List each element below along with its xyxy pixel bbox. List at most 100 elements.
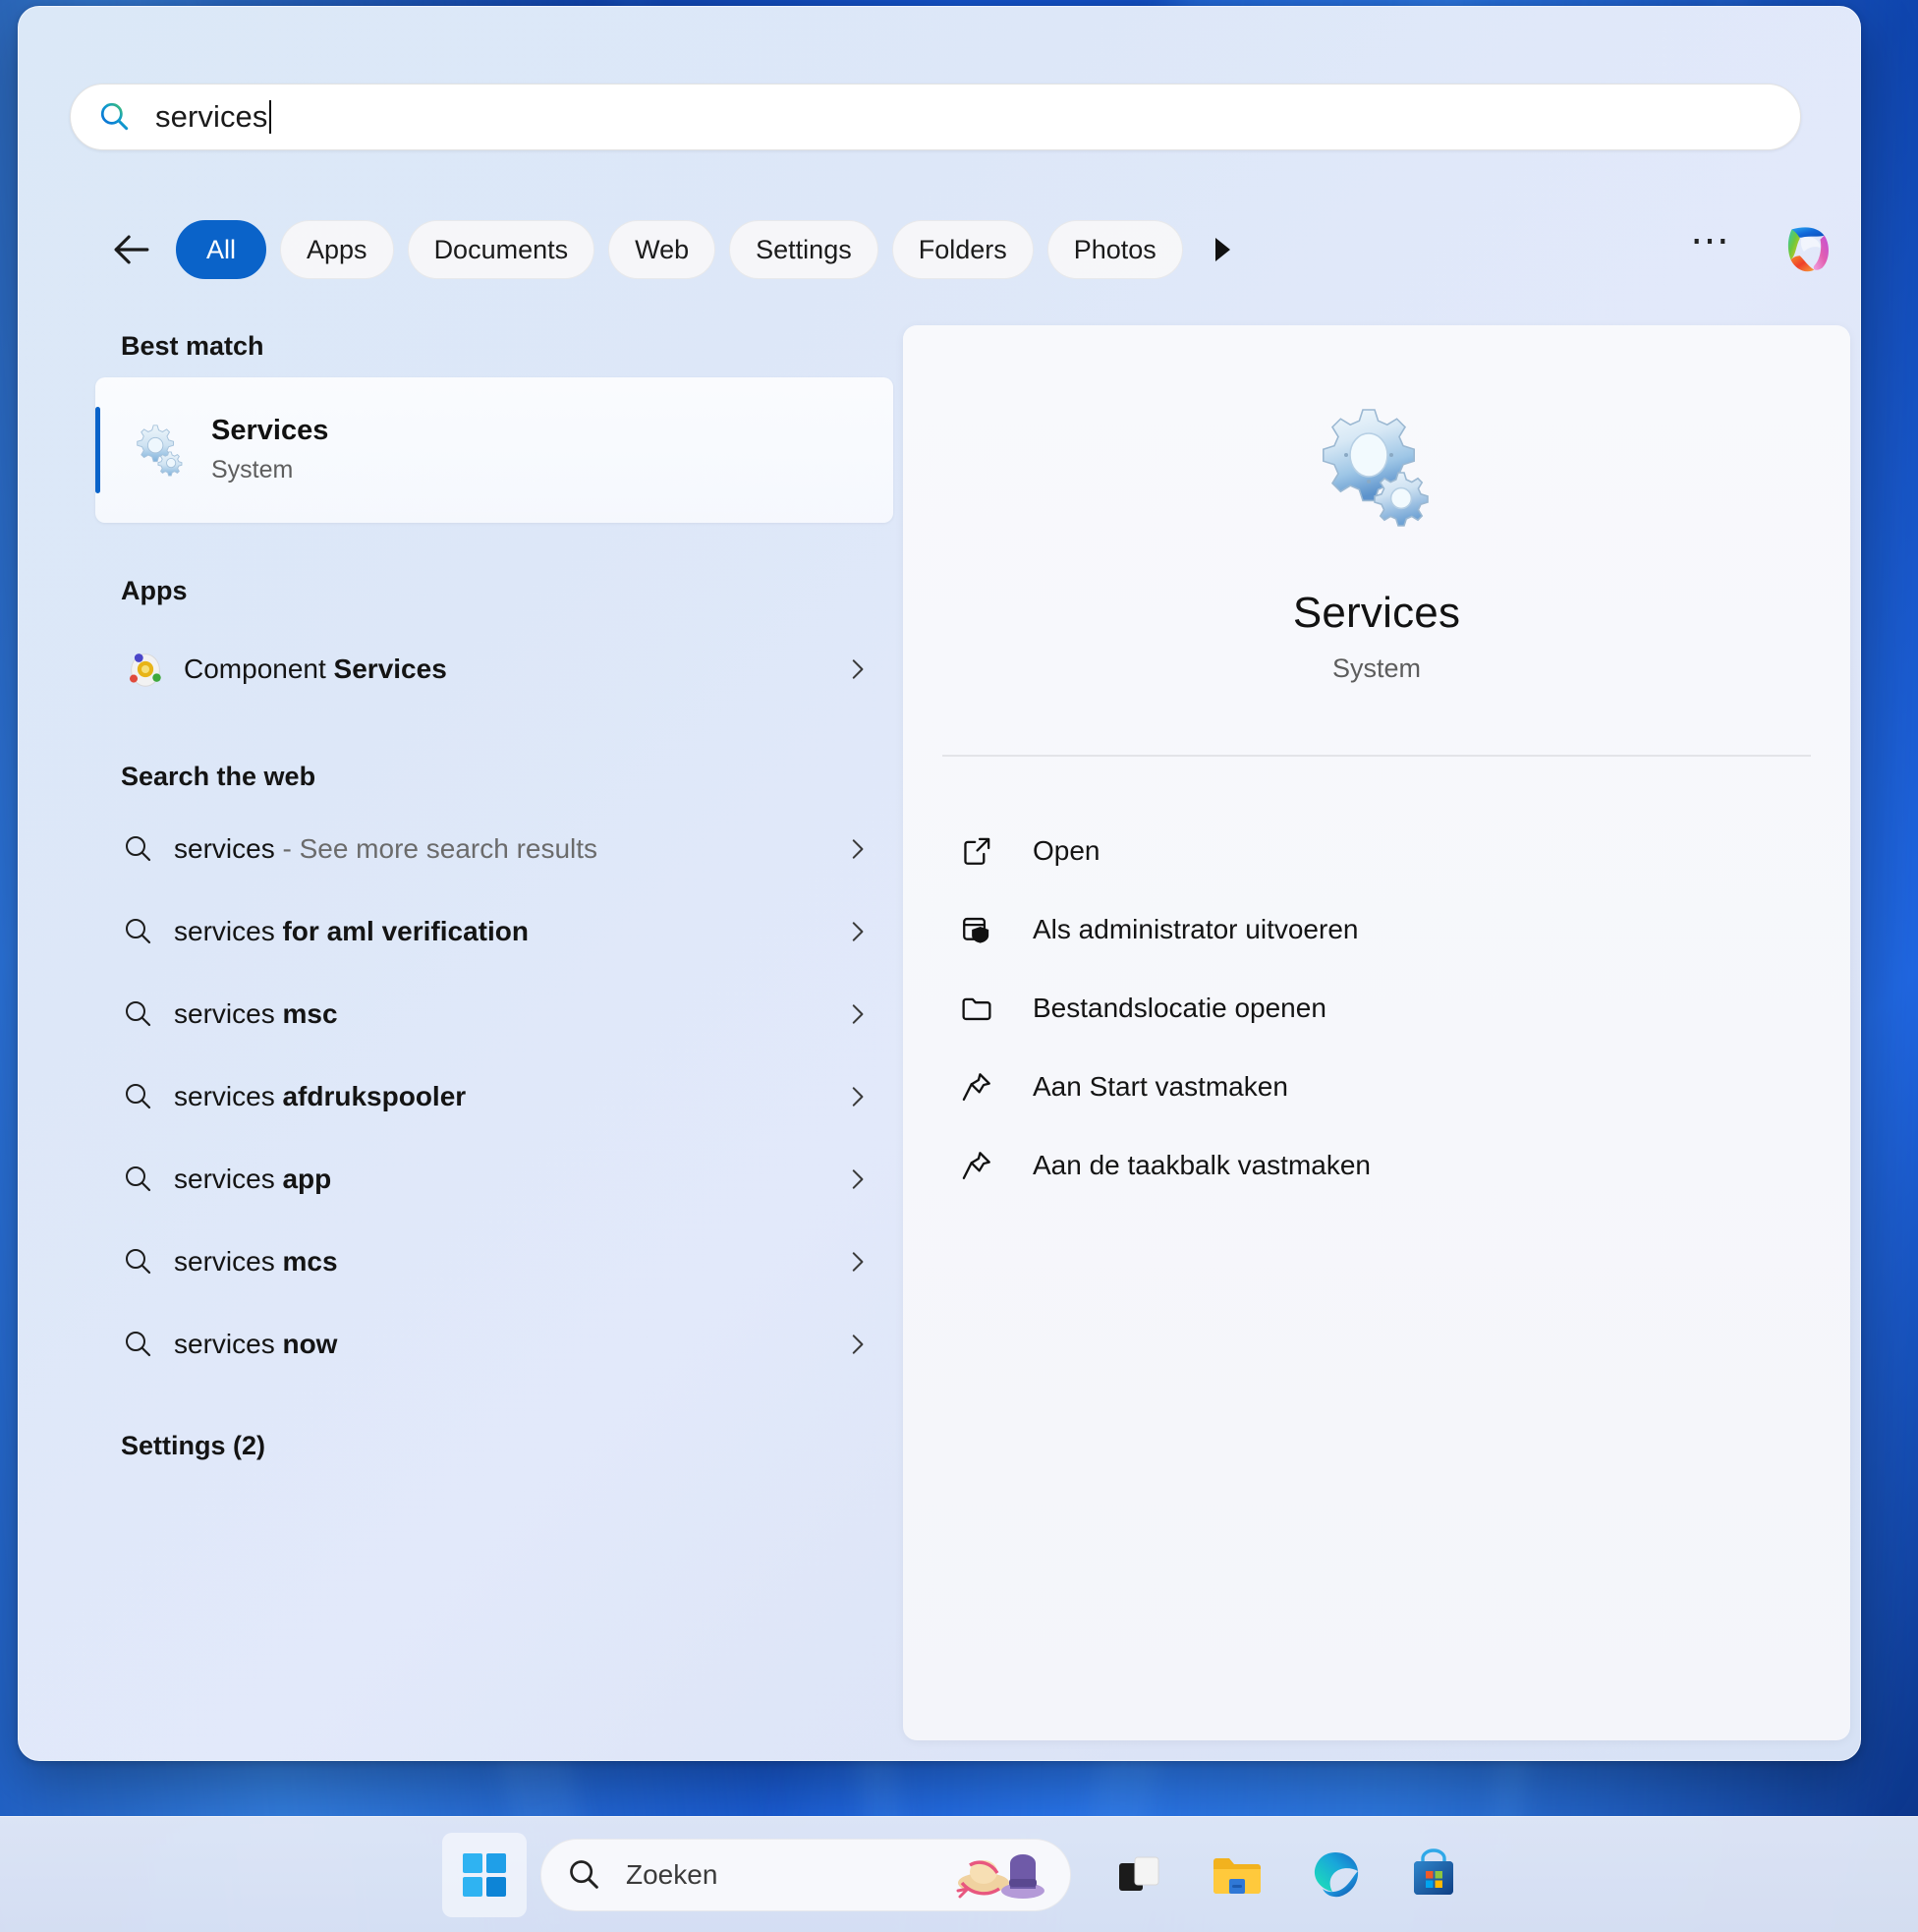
shield-admin-icon <box>963 917 989 943</box>
web-suggestion-label: services afdrukspooler <box>174 1081 842 1112</box>
file-explorer-button[interactable] <box>1195 1833 1279 1917</box>
search-icon-slot <box>123 1246 174 1278</box>
preview-action-label: Aan de taakbalk vastmaken <box>1033 1150 1371 1180</box>
web-suggestion-label: services for aml verification <box>174 916 842 947</box>
gears-icon <box>137 425 183 477</box>
folder-icon <box>962 997 991 1021</box>
taskbar-search-box[interactable]: Zoeken <box>540 1838 1071 1911</box>
edge-browser-button[interactable] <box>1293 1833 1378 1917</box>
search-icon <box>126 1166 151 1192</box>
gears-icon <box>1323 409 1429 527</box>
web-suggestion-row[interactable]: services - See more search results <box>95 808 893 890</box>
chevron-right-icon[interactable] <box>842 1166 872 1192</box>
play-triangle-icon <box>1214 238 1230 261</box>
chevron-right-icon[interactable] <box>842 1084 872 1109</box>
search-icon <box>100 102 129 131</box>
preview-action-open-file-location[interactable]: Bestandslocatie openen <box>960 969 1850 1048</box>
filter-chip-folders[interactable]: Folders <box>891 220 1034 279</box>
preview-action-pin-to-taskbar[interactable]: Aan de taakbalk vastmaken <box>960 1126 1850 1205</box>
search-icon-slot <box>123 916 174 947</box>
filter-chip-documents[interactable]: Documents <box>407 220 595 279</box>
suggestion-highlight: now <box>282 1329 338 1359</box>
file-explorer-icon <box>1213 1857 1261 1894</box>
search-icon <box>126 1001 151 1027</box>
app-result-component-services[interactable]: Component Services <box>95 622 893 716</box>
search-input[interactable]: services <box>70 84 1801 150</box>
search-the-web-heading: Search the web <box>121 762 316 791</box>
search-icon <box>126 1084 151 1109</box>
suggestion-prefix: services <box>174 833 275 864</box>
filter-chip-row: All Apps Documents Web Settings Folders … <box>109 215 1838 284</box>
search-icon <box>126 1332 151 1357</box>
web-suggestion-row[interactable]: services msc <box>95 973 893 1055</box>
hats-icon <box>956 1853 1044 1899</box>
more-filters-button[interactable] <box>1203 228 1242 271</box>
filter-chip-apps[interactable]: Apps <box>280 220 394 279</box>
search-icon-slot <box>123 1081 174 1112</box>
chevron-right-icon[interactable] <box>842 656 872 682</box>
chevron-right-icon[interactable] <box>842 1249 872 1275</box>
search-icon <box>126 1249 151 1275</box>
web-suggestion-row[interactable]: services now <box>95 1303 893 1386</box>
app-icon-slot <box>123 647 184 692</box>
filter-chip-settings[interactable]: Settings <box>729 220 878 279</box>
back-arrow-icon[interactable] <box>109 227 154 272</box>
suggestion-highlight: app <box>282 1164 332 1194</box>
web-suggestion-row[interactable]: services mcs <box>95 1221 893 1303</box>
overflow-menu-button[interactable]: ⋯ <box>1690 221 1742 268</box>
chevron-right-icon[interactable] <box>842 919 872 944</box>
web-suggestion-label: services msc <box>174 998 842 1030</box>
pin-icon <box>962 1073 990 1102</box>
preview-action-open[interactable]: Open <box>960 812 1850 890</box>
folder-icon-slot <box>960 992 1007 1025</box>
shield-admin-icon-slot <box>960 913 1007 946</box>
apps-heading: Apps <box>121 576 188 605</box>
text-cursor <box>268 100 271 134</box>
preview-icon-wrap <box>903 402 1850 528</box>
edge-browser-icon <box>1314 1851 1359 1897</box>
filter-chip-web[interactable]: Web <box>608 220 716 279</box>
pin-icon-slot <box>960 1070 1007 1104</box>
best-match-result-services[interactable]: Services System <box>95 377 893 523</box>
web-suggestion-list: services - See more search results servic… <box>95 808 901 1386</box>
preview-actions-list: Open Als administrator uitvoeren Bestand… <box>903 812 1850 1205</box>
web-suggestion-row[interactable]: services for aml verification <box>95 890 893 973</box>
suggestion-prefix: services <box>174 1164 283 1194</box>
start-button[interactable] <box>442 1832 527 1917</box>
web-suggestion-row[interactable]: services afdrukspooler <box>95 1055 893 1138</box>
task-view-icon <box>1119 1856 1159 1891</box>
suggestion-prefix: services <box>174 998 283 1029</box>
preview-action-pin-to-start[interactable]: Aan Start vastmaken <box>960 1048 1850 1126</box>
best-match-subtitle: System <box>211 455 294 483</box>
taskbar-items: Zoeken <box>442 1832 1476 1917</box>
filter-chip-all[interactable]: All <box>176 220 267 279</box>
microsoft-store-icon <box>1414 1847 1453 1895</box>
search-icon-slot <box>123 998 174 1030</box>
preview-action-run-as-administrator[interactable]: Als administrator uitvoeren <box>960 890 1850 969</box>
search-icon <box>570 1859 598 1889</box>
suggestion-highlight: for aml verification <box>282 916 529 946</box>
web-suggestion-label: services app <box>174 1164 842 1195</box>
app-result-label: Component Services <box>184 653 842 685</box>
preview-action-label: Als administrator uitvoeren <box>1033 914 1359 944</box>
web-suggestion-row[interactable]: services app <box>95 1138 893 1221</box>
windows-logo-icon <box>463 1852 506 1897</box>
search-icon <box>126 836 151 862</box>
filter-chip-photos[interactable]: Photos <box>1046 220 1183 279</box>
web-suggestion-label: services - See more search results <box>174 833 842 865</box>
web-suggestion-label: services mcs <box>174 1246 842 1278</box>
microsoft-store-button[interactable] <box>1391 1833 1476 1917</box>
search-input-value: services <box>155 99 268 134</box>
preview-title: Services <box>1292 589 1461 637</box>
suggestion-prefix: services <box>174 1329 283 1359</box>
copilot-icon[interactable] <box>1774 217 1838 282</box>
taskbar: Zoeken <box>0 1816 1918 1932</box>
task-view-button[interactable] <box>1097 1833 1181 1917</box>
chevron-right-icon[interactable] <box>842 1001 872 1027</box>
chevron-right-icon[interactable] <box>842 836 872 862</box>
component-services-icon <box>129 653 161 687</box>
open-external-icon-slot <box>960 834 1007 868</box>
chevron-right-icon[interactable] <box>842 1332 872 1357</box>
search-icon-slot <box>123 1164 174 1195</box>
